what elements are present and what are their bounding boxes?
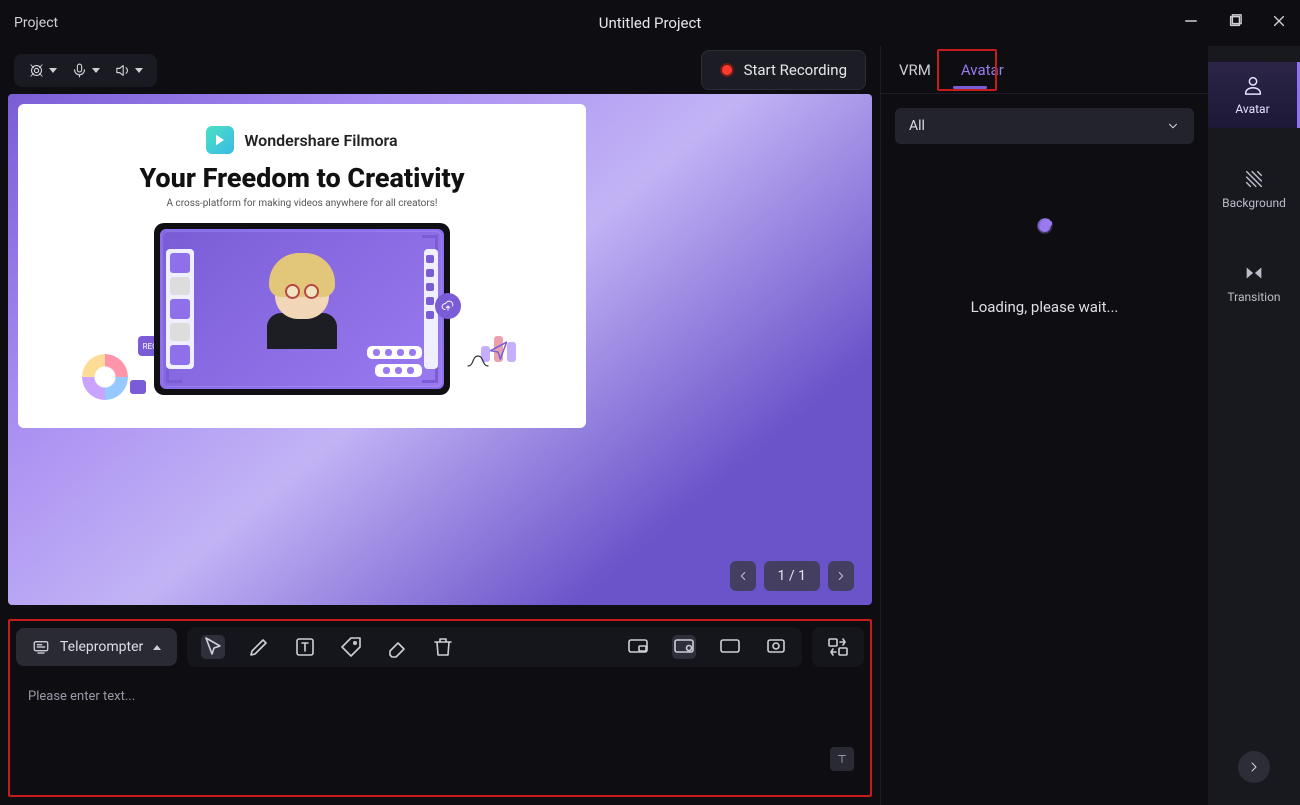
decorative-donut-chart-icon: [82, 354, 128, 400]
start-recording-button[interactable]: Start Recording: [701, 50, 866, 90]
rail-item-background[interactable]: Background: [1208, 156, 1300, 222]
pen-tool-button[interactable]: [247, 635, 271, 659]
chevron-down-icon: [49, 68, 57, 73]
teleprompter-label: Teleprompter: [60, 639, 143, 655]
rail-label-transition: Transition: [1227, 290, 1280, 304]
speaker-settings-button[interactable]: [114, 62, 143, 79]
decorative-squiggle-icon: [466, 340, 496, 368]
window-minimize-button[interactable]: [1180, 10, 1202, 36]
side-rail: Avatar Background Transition: [1208, 46, 1300, 805]
decorative-square-icon: [130, 380, 146, 394]
chevron-down-icon: [135, 68, 143, 73]
avatar-icon: [1242, 74, 1264, 96]
slide-mock-editor: [154, 223, 450, 395]
teleprompter-placeholder: Please enter text...: [28, 689, 135, 704]
layout-camera-screen-button[interactable]: [672, 635, 696, 659]
avatar-preview: [261, 259, 343, 341]
slide-preview: Wondershare Filmora Your Freedom to Crea…: [18, 104, 586, 428]
loading-text: Loading, please wait...: [971, 298, 1119, 316]
teleprompter-toggle[interactable]: Teleprompter: [16, 628, 177, 666]
tag-tool-button[interactable]: [339, 635, 363, 659]
chevron-up-icon: [153, 645, 161, 650]
slide-subtitle: A cross-platform for making videos anywh…: [18, 198, 586, 209]
swap-layout-button[interactable]: [826, 635, 850, 659]
start-recording-label: Start Recording: [744, 61, 847, 79]
delete-tool-button[interactable]: [431, 635, 455, 659]
teleprompter-textarea[interactable]: Please enter text...: [16, 677, 864, 777]
slide-logo-text: Wondershare Filmora: [244, 131, 397, 150]
record-icon: [720, 63, 734, 77]
window-close-button[interactable]: [1268, 10, 1290, 36]
slide-pager: 1 / 1: [730, 561, 854, 591]
asset-panel: VRM Avatar All: [881, 46, 1208, 805]
pager-prev-button[interactable]: [730, 561, 756, 591]
transition-icon: [1243, 262, 1265, 284]
cloud-upload-icon: [435, 293, 461, 319]
text-tool-button[interactable]: [293, 635, 317, 659]
menu-project[interactable]: Project: [14, 15, 58, 31]
preview-canvas: Wondershare Filmora Your Freedom to Crea…: [8, 94, 872, 605]
chevron-down-icon: [1166, 119, 1180, 133]
rail-item-avatar[interactable]: Avatar: [1208, 62, 1300, 128]
layout-camera-only-button[interactable]: [764, 635, 788, 659]
slide-headline: Your Freedom to Creativity: [18, 162, 586, 194]
tab-vrm[interactable]: VRM: [891, 51, 939, 89]
layout-screen-button[interactable]: [626, 635, 650, 659]
recorder-toolbar: Start Recording: [8, 46, 872, 94]
text-format-button[interactable]: [830, 747, 854, 771]
layout-fullscreen-button[interactable]: [718, 635, 742, 659]
eraser-tool-button[interactable]: [385, 635, 409, 659]
loading-spinner-icon: [1018, 218, 1072, 272]
rail-label-avatar: Avatar: [1235, 102, 1269, 116]
rail-label-background: Background: [1222, 196, 1286, 210]
pager-next-button[interactable]: [828, 561, 854, 591]
annotation-highlight-bottom: Teleprompter: [8, 619, 872, 797]
avatar-filter-value: All: [909, 118, 925, 134]
microphone-settings-button[interactable]: [71, 62, 100, 79]
background-icon: [1243, 168, 1265, 190]
rail-next-button[interactable]: [1238, 751, 1270, 783]
filmora-logo-icon: [206, 126, 234, 154]
rail-item-transition[interactable]: Transition: [1208, 250, 1300, 316]
pager-display: 1 / 1: [764, 561, 820, 591]
titlebar: Project Untitled Project: [0, 0, 1300, 46]
window-maximize-button[interactable]: [1224, 10, 1246, 36]
annotation-highlight-tab: [937, 49, 997, 91]
chevron-down-icon: [92, 68, 100, 73]
project-title: Untitled Project: [599, 14, 702, 32]
camera-settings-button[interactable]: [28, 62, 57, 79]
cursor-tool-button[interactable]: [201, 635, 225, 659]
avatar-filter-select[interactable]: All: [895, 108, 1194, 144]
